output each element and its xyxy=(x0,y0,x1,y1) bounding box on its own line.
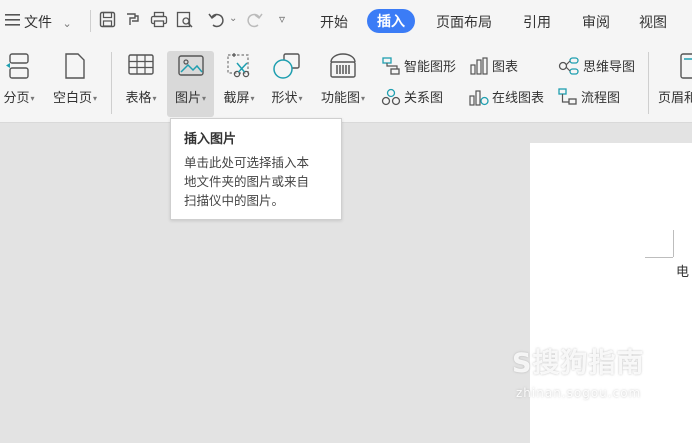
smart-art-icon xyxy=(382,56,400,75)
bar-chart-icon xyxy=(470,56,488,75)
caret-down-icon: ▾ xyxy=(152,94,157,103)
margin-corner-mark xyxy=(673,230,674,257)
undo-icon[interactable] xyxy=(208,11,226,28)
tab-references[interactable]: 引用 xyxy=(523,12,551,32)
file-menu-label: 文件 xyxy=(24,15,52,31)
header-footer-icon xyxy=(679,52,692,84)
table-icon xyxy=(127,52,155,82)
header-footer-label: 页眉和 xyxy=(658,91,692,106)
mind-map-button[interactable]: 思维导图 xyxy=(558,56,635,75)
caret-down-icon: ▾ xyxy=(250,94,255,103)
customize-toolbar-icon[interactable]: ▿ xyxy=(279,12,285,26)
flowchart-label: 流程图 xyxy=(581,91,621,106)
relation-chart-button[interactable]: 关系图 xyxy=(381,87,443,106)
picture-label: 图片 xyxy=(174,91,201,106)
page-break-label: 分页 xyxy=(3,91,30,106)
undo-dropdown-icon[interactable]: ⌄ xyxy=(229,13,237,24)
caret-down-icon: ▾ xyxy=(202,94,207,103)
relation-chart-icon xyxy=(381,88,401,105)
chart-button[interactable]: 图表 xyxy=(469,56,518,75)
screenshot-label: 截屏 xyxy=(223,91,250,106)
flowchart-icon xyxy=(558,87,577,105)
chevron-down-icon: ⌄ xyxy=(62,17,72,30)
menu-bar: 文件 ⌄ ⌄ ▿ 开始 插入 页面布局 引用 审阅 视图 xyxy=(0,0,692,44)
blank-page-label: 空白页 xyxy=(52,91,92,106)
file-menu[interactable]: 文件 ⌄ xyxy=(24,12,72,32)
tooltip-body: 单击此处可选择插入本 地文件夹的图片或来自 扫描仪中的图片。 xyxy=(184,153,334,210)
mind-map-label: 思维导图 xyxy=(583,60,636,75)
document-text[interactable]: 电 xyxy=(676,261,689,280)
screenshot-button[interactable]: 截屏▾ xyxy=(216,44,262,122)
chart-label: 图表 xyxy=(492,60,519,75)
shape-label: 形状 xyxy=(271,91,298,106)
print-icon[interactable] xyxy=(150,11,168,28)
blank-page-icon xyxy=(64,52,86,84)
picture-icon xyxy=(177,53,205,83)
blank-page-button[interactable]: 空白页▾ xyxy=(46,44,104,122)
barcode-icon xyxy=(328,52,358,84)
flowchart-button[interactable]: 流程图 xyxy=(558,87,620,106)
caret-down-icon: ▾ xyxy=(93,94,98,103)
tooltip-line: 地文件夹的图片或来自 xyxy=(184,174,310,189)
shape-button[interactable]: 形状▾ xyxy=(264,44,310,122)
function-chart-label: 功能图 xyxy=(320,91,360,106)
picture-button[interactable]: 图片▾ xyxy=(167,51,214,117)
online-chart-label: 在线图表 xyxy=(492,91,545,106)
scissors-icon xyxy=(225,52,253,84)
tab-view[interactable]: 视图 xyxy=(639,12,667,32)
tab-home[interactable]: 开始 xyxy=(320,12,348,32)
online-chart-icon xyxy=(469,89,489,106)
table-button[interactable]: 表格▾ xyxy=(118,44,164,122)
picture-tooltip: 插入图片 单击此处可选择插入本 地文件夹的图片或来自 扫描仪中的图片。 xyxy=(170,118,342,220)
print-preview-icon[interactable] xyxy=(176,11,194,28)
tab-insert[interactable]: 插入 xyxy=(367,9,415,33)
watermark-url: zhinan.sogou.com xyxy=(516,386,642,400)
caret-down-icon: ▾ xyxy=(361,94,366,103)
tooltip-line: 扫描仪中的图片。 xyxy=(184,193,285,208)
mind-map-icon xyxy=(558,56,579,75)
function-chart-button[interactable]: 功能图▾ xyxy=(314,44,372,122)
caret-down-icon: ▾ xyxy=(30,94,35,103)
smart-art-label: 智能图形 xyxy=(404,60,457,75)
format-painter-icon[interactable] xyxy=(124,11,141,28)
margin-corner-mark xyxy=(645,257,673,258)
table-label: 表格 xyxy=(125,91,152,106)
smart-art-button[interactable]: 智能图形 xyxy=(381,56,456,75)
watermark-logo: S搜狗指南 xyxy=(512,348,645,379)
divider xyxy=(90,10,91,32)
online-chart-button[interactable]: 在线图表 xyxy=(469,87,544,106)
header-footer-button[interactable]: 页眉和 xyxy=(654,44,692,122)
ribbon-toolbar: 分页▾ 空白页▾ 表格▾ 图片▾ 截屏▾ 形状▾ 功能图▾ 智能图形 图表 思维… xyxy=(0,44,692,123)
redo-icon[interactable] xyxy=(245,11,263,28)
tab-page-layout[interactable]: 页面布局 xyxy=(436,12,492,32)
divider xyxy=(648,52,649,114)
tooltip-line: 单击此处可选择插入本 xyxy=(184,155,310,170)
tab-review[interactable]: 审阅 xyxy=(582,12,610,32)
tooltip-title: 插入图片 xyxy=(184,132,237,147)
page-break-icon xyxy=(6,52,32,84)
caret-down-icon: ▾ xyxy=(298,94,303,103)
relation-chart-label: 关系图 xyxy=(404,91,444,106)
divider xyxy=(111,52,112,114)
hamburger-menu-icon[interactable] xyxy=(5,12,21,31)
save-icon[interactable] xyxy=(99,11,116,28)
shapes-icon xyxy=(272,52,302,84)
page-break-button[interactable]: 分页▾ xyxy=(0,44,44,122)
